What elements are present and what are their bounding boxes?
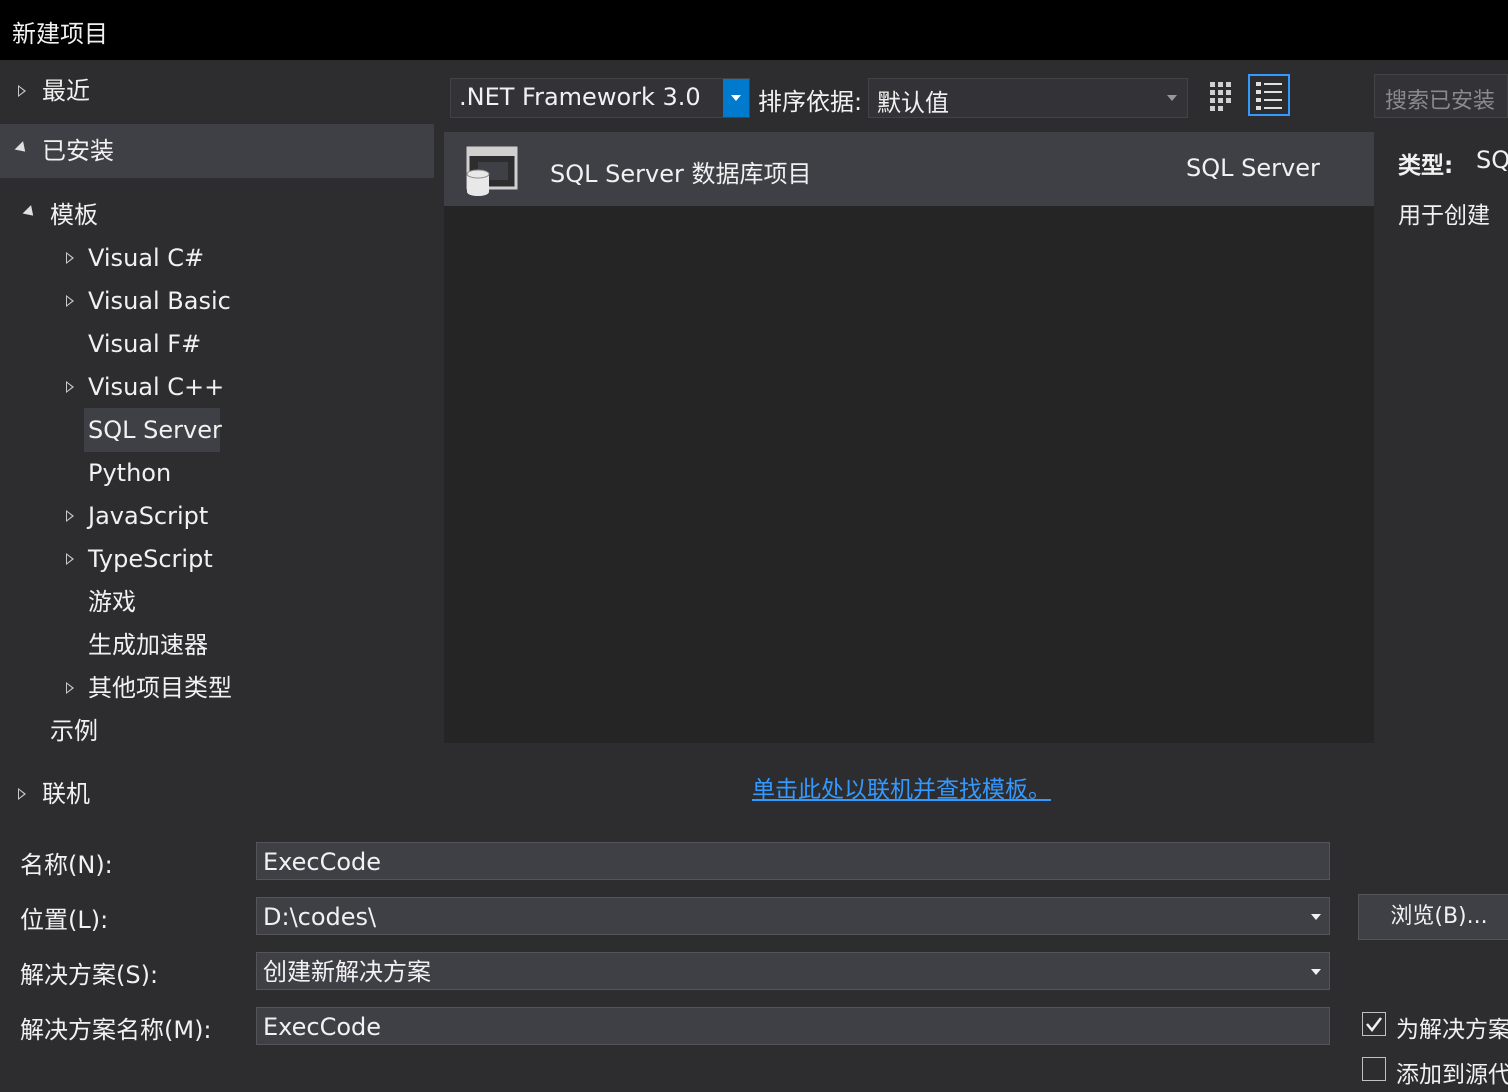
tree-item-label: TypeScript — [88, 545, 213, 573]
tree-item-samples[interactable]: 示例 — [50, 710, 98, 752]
template-name: SQL Server 数据库项目 — [550, 160, 812, 188]
solution-name-label: 解决方案名称(M): — [20, 1016, 212, 1044]
collapse-arrow-icon[interactable] — [22, 205, 38, 220]
browse-button[interactable]: 浏览(B)... — [1358, 894, 1508, 940]
create-directory-checkbox[interactable] — [1362, 1012, 1386, 1036]
expand-arrow-icon[interactable] — [66, 381, 74, 393]
framework-dropdown-button[interactable] — [723, 79, 749, 117]
solution-dropdown[interactable]: 创建新解决方案 — [256, 952, 1330, 990]
template-type: SQL Server — [1186, 154, 1320, 182]
tree-item-label: Visual F# — [88, 330, 202, 358]
title-bar: 新建项目 — [0, 0, 1508, 60]
list-view-icon — [1256, 82, 1282, 110]
expand-arrow-icon[interactable] — [66, 295, 74, 307]
sort-dropdown[interactable]: 默认值 — [868, 78, 1188, 118]
small-icons-view-button[interactable] — [1206, 78, 1236, 114]
location-value: D:\codes\ — [263, 903, 377, 931]
solution-name-input[interactable]: ExecCode — [256, 1007, 1330, 1045]
solution-label: 解决方案(S): — [20, 961, 159, 989]
tree-item-label: 生成加速器 — [88, 631, 208, 659]
chevron-down-icon — [1311, 914, 1321, 920]
add-to-source-control-checkbox[interactable] — [1362, 1057, 1386, 1081]
chevron-down-icon — [1311, 969, 1321, 975]
checkmark-icon — [1366, 1017, 1382, 1033]
sort-label: 排序依据: — [758, 88, 863, 116]
list-view-button[interactable] — [1248, 74, 1290, 116]
search-placeholder: 搜索已安装 — [1385, 89, 1496, 114]
sort-value: 默认值 — [877, 89, 949, 117]
tree-item-label: Visual C++ — [88, 373, 225, 401]
tree-item-label: 游戏 — [88, 588, 136, 616]
window-title: 新建项目 — [12, 20, 108, 48]
tree-item-label: 最近 — [42, 77, 90, 105]
tree-item-label: SQL Server — [88, 416, 222, 444]
name-label: 名称(N): — [20, 851, 113, 879]
tree-item-label: 联机 — [42, 780, 90, 808]
solution-value: 创建新解决方案 — [263, 958, 431, 986]
details-type-value: SQ — [1476, 146, 1508, 174]
name-value: ExecCode — [263, 848, 382, 876]
framework-dropdown[interactable]: .NET Framework 3.0 — [450, 78, 750, 118]
chevron-down-icon — [731, 95, 741, 101]
tree-item-label: Visual C# — [88, 244, 205, 272]
location-label: 位置(L): — [20, 906, 109, 934]
expand-arrow-icon[interactable] — [66, 553, 74, 565]
expand-arrow-icon[interactable] — [18, 85, 26, 97]
tree-item-build-accelerator[interactable]: 生成加速器 — [88, 624, 208, 666]
tree-item-visual-fsharp[interactable]: Visual F# — [88, 323, 201, 365]
tree-item-python[interactable]: Python — [88, 452, 171, 494]
details-type-label: 类型: — [1398, 153, 1454, 179]
create-directory-label[interactable]: 为解决方案 — [1396, 1010, 1508, 1044]
tree-item-label: Visual Basic — [88, 287, 231, 315]
name-input[interactable]: ExecCode — [256, 842, 1330, 880]
solution-name-value: ExecCode — [263, 1013, 382, 1041]
tree-item-label: JavaScript — [88, 502, 209, 530]
expand-arrow-icon[interactable] — [18, 788, 26, 800]
framework-value: .NET Framework 3.0 — [459, 83, 701, 111]
browse-label: 浏览(B)... — [1390, 904, 1488, 929]
search-input[interactable]: 搜索已安装 — [1374, 74, 1508, 118]
chevron-down-icon — [1167, 95, 1177, 101]
expand-arrow-icon[interactable] — [66, 252, 74, 264]
details-description: 用于创建 — [1398, 203, 1490, 229]
template-list[interactable] — [444, 132, 1374, 743]
template-row[interactable]: SQL Server 数据库项目 SQL Server — [444, 132, 1374, 206]
tree-item-label: 已安装 — [42, 137, 114, 165]
find-online-templates-link[interactable]: 单击此处以联机并查找模板。 — [752, 770, 1051, 804]
expand-arrow-icon[interactable] — [66, 510, 74, 522]
grid-view-icon — [1210, 82, 1231, 111]
tree-item-games[interactable]: 游戏 — [88, 581, 136, 623]
tree-item-label: 其他项目类型 — [88, 674, 232, 702]
tree-item-label: 示例 — [50, 717, 98, 745]
location-dropdown[interactable]: D:\codes\ — [256, 897, 1330, 935]
add-to-source-control-label[interactable]: 添加到源代 — [1396, 1055, 1508, 1089]
tree-item-label: Python — [88, 459, 172, 487]
tree-item-sql-server[interactable]: SQL Server — [88, 409, 222, 451]
expand-arrow-icon[interactable] — [66, 682, 74, 694]
tree-item-label: 模板 — [50, 201, 98, 229]
database-project-icon — [466, 146, 518, 196]
